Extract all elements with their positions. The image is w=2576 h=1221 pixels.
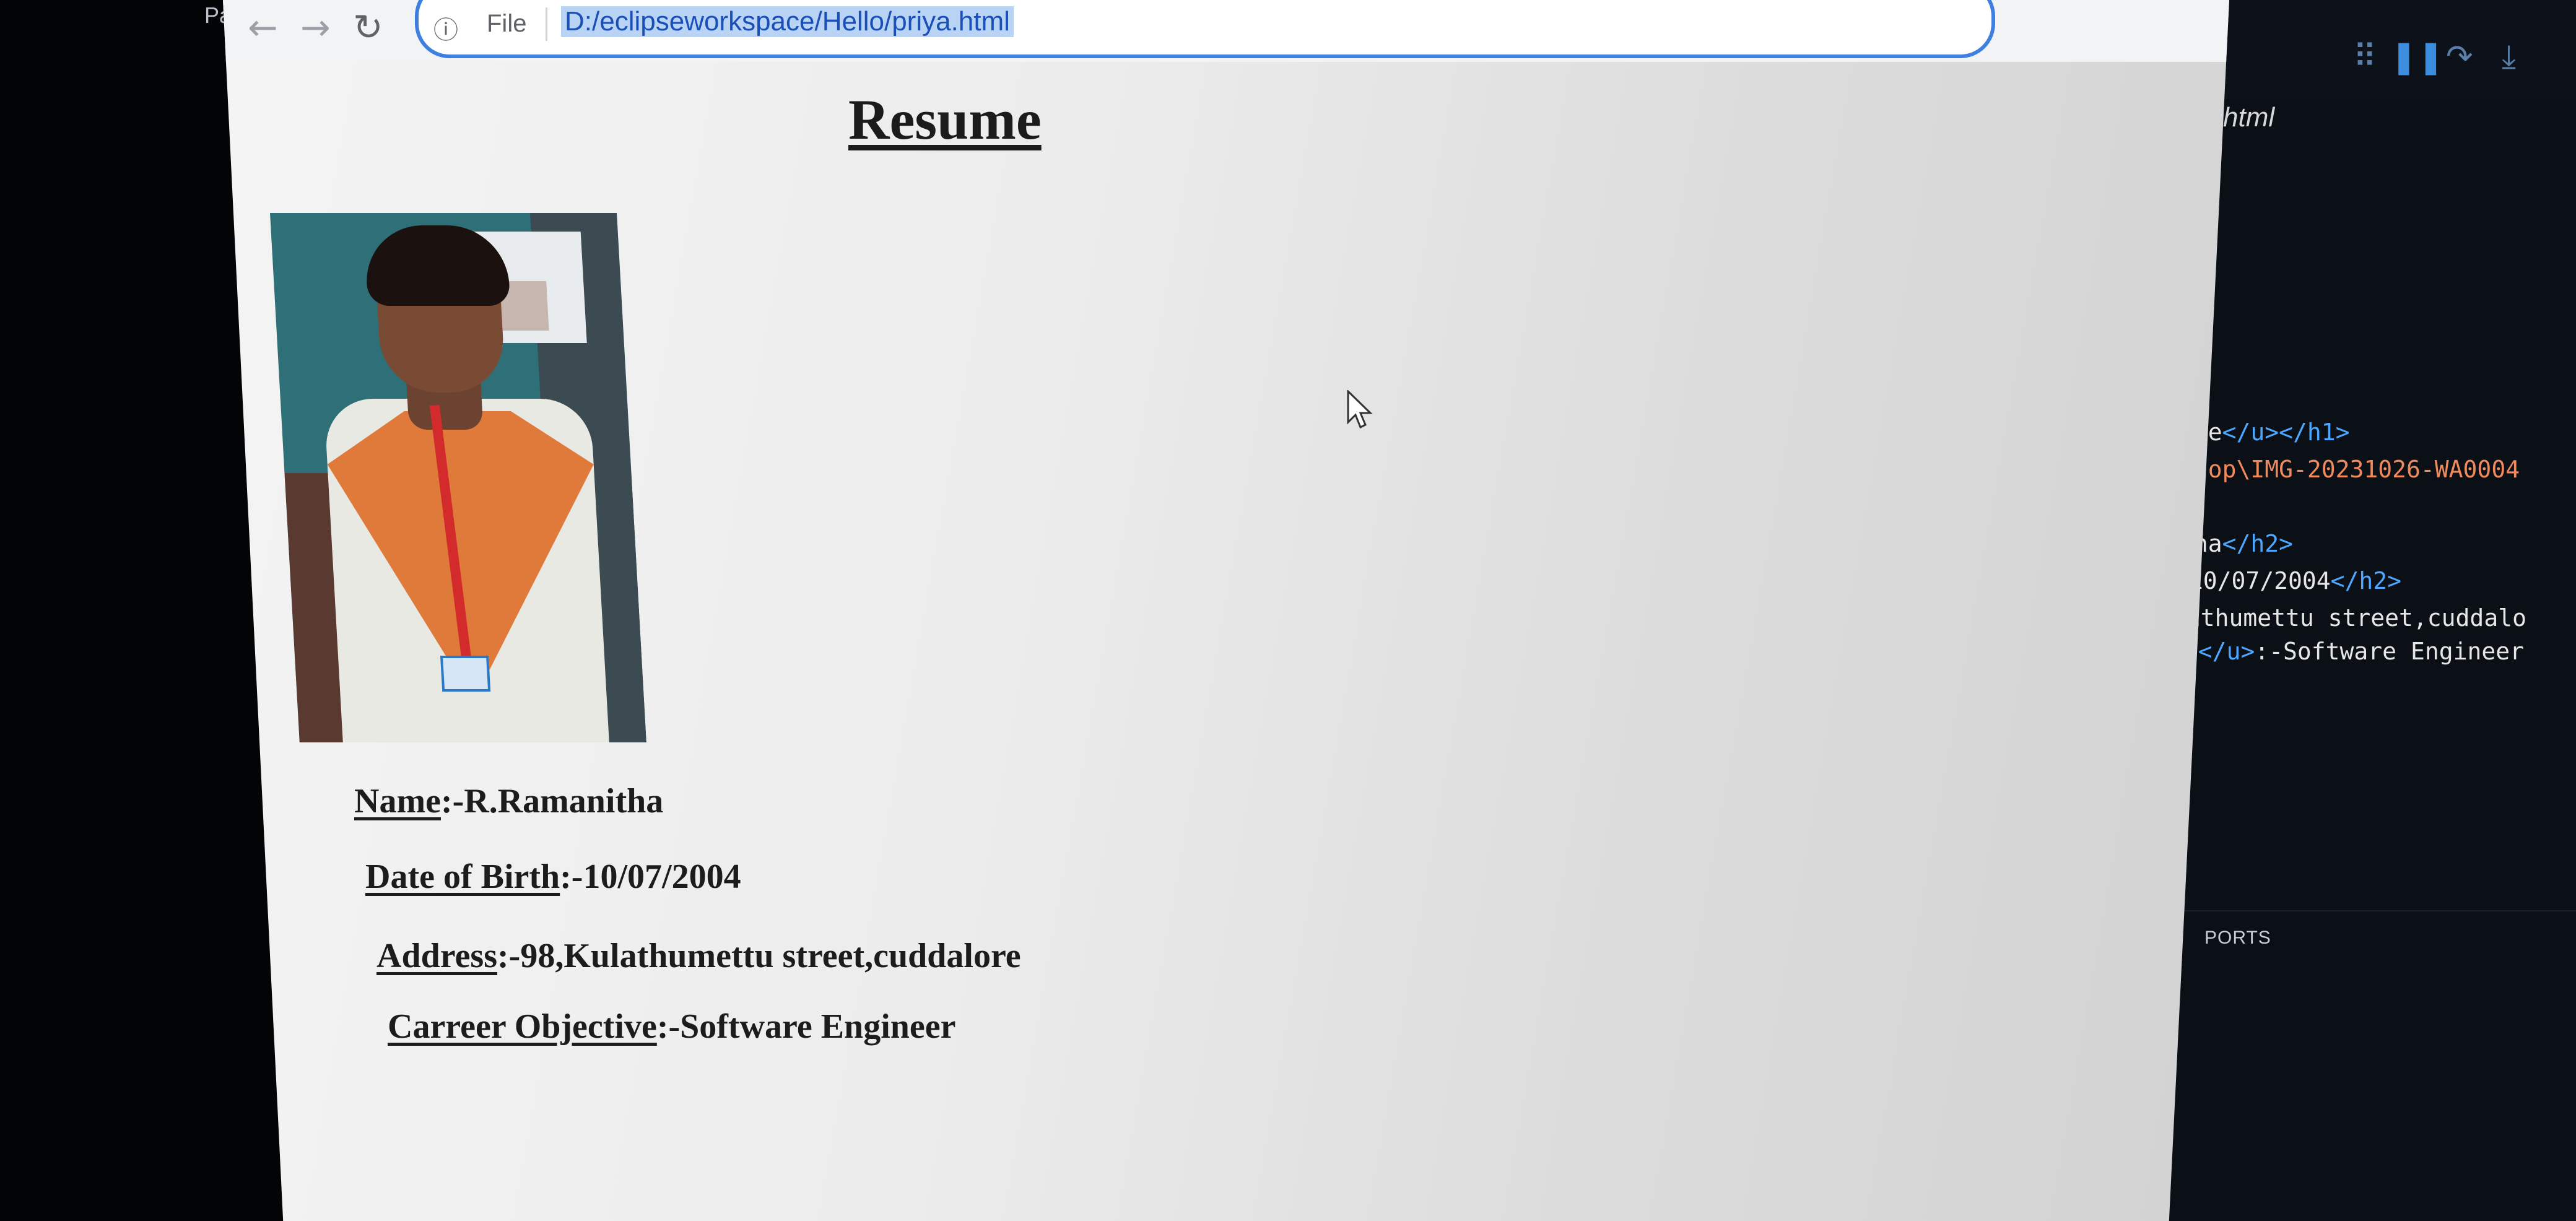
name-field: Name:-R.Ramanitha: [354, 781, 663, 821]
field-label: Address: [376, 937, 498, 975]
reload-button[interactable]: ↻: [353, 6, 383, 48]
site-info-icon[interactable]: ⓘ: [433, 10, 458, 46]
forward-button[interactable]: →: [300, 6, 331, 48]
address-field: Address:-98,Kulathumettu street,cuddalor…: [376, 936, 1021, 976]
page-title: Resume: [848, 88, 1042, 151]
url-text[interactable]: D:/eclipseworkspace/Hello/priya.html: [561, 6, 1014, 37]
address-scheme-label: File: [487, 10, 527, 37]
code-line: lathumettu street,cuddalo: [2172, 604, 2526, 632]
objective-field: Carreer Objective:-Software Engineer: [388, 1007, 955, 1046]
field-value: :-98,Kulathumettu street,cuddalore: [497, 937, 1021, 975]
editor-tab-title[interactable]: html: [2223, 102, 2274, 133]
drag-handle-icon[interactable]: ⠿: [2353, 38, 2377, 76]
mouse-cursor-icon: [1347, 390, 1373, 429]
tab-ports[interactable]: PORTS: [2204, 928, 2271, 949]
field-label: Carreer Objective: [388, 1007, 657, 1046]
address-bar[interactable]: ⓘ File D:/eclipseworkspace/Hello/priya.h…: [415, 0, 1995, 58]
step-over-icon[interactable]: ↷: [2446, 38, 2473, 76]
field-label: Name: [354, 782, 441, 820]
back-button[interactable]: ←: [248, 6, 278, 48]
code-line: -10/07/2004</h2>: [2175, 567, 2402, 594]
step-into-icon[interactable]: ⤓: [2502, 38, 2516, 76]
field-value: :-10/07/2004: [560, 858, 741, 896]
field-label: Date of Birth: [365, 858, 560, 896]
panel-divider: [2130, 910, 2576, 911]
address-divider: [546, 7, 547, 41]
field-value: :-Software Engineer: [656, 1007, 956, 1046]
browser-toolbar: ← → ↻ ⓘ File D:/eclipseworkspace/Hello/p…: [223, 0, 2229, 62]
code-line: ktop\IMG-20231026-WA0004: [2180, 456, 2520, 483]
code-line: ve</u>:-Software Engineer: [2170, 638, 2524, 665]
photo-figure: [440, 656, 491, 692]
pause-icon[interactable]: ❚❚: [2390, 38, 2444, 76]
dob-field: Date of Birth:-10/07/2004: [365, 857, 741, 897]
field-value: :-R.Ramanitha: [440, 782, 664, 820]
profile-photo: [270, 213, 646, 742]
